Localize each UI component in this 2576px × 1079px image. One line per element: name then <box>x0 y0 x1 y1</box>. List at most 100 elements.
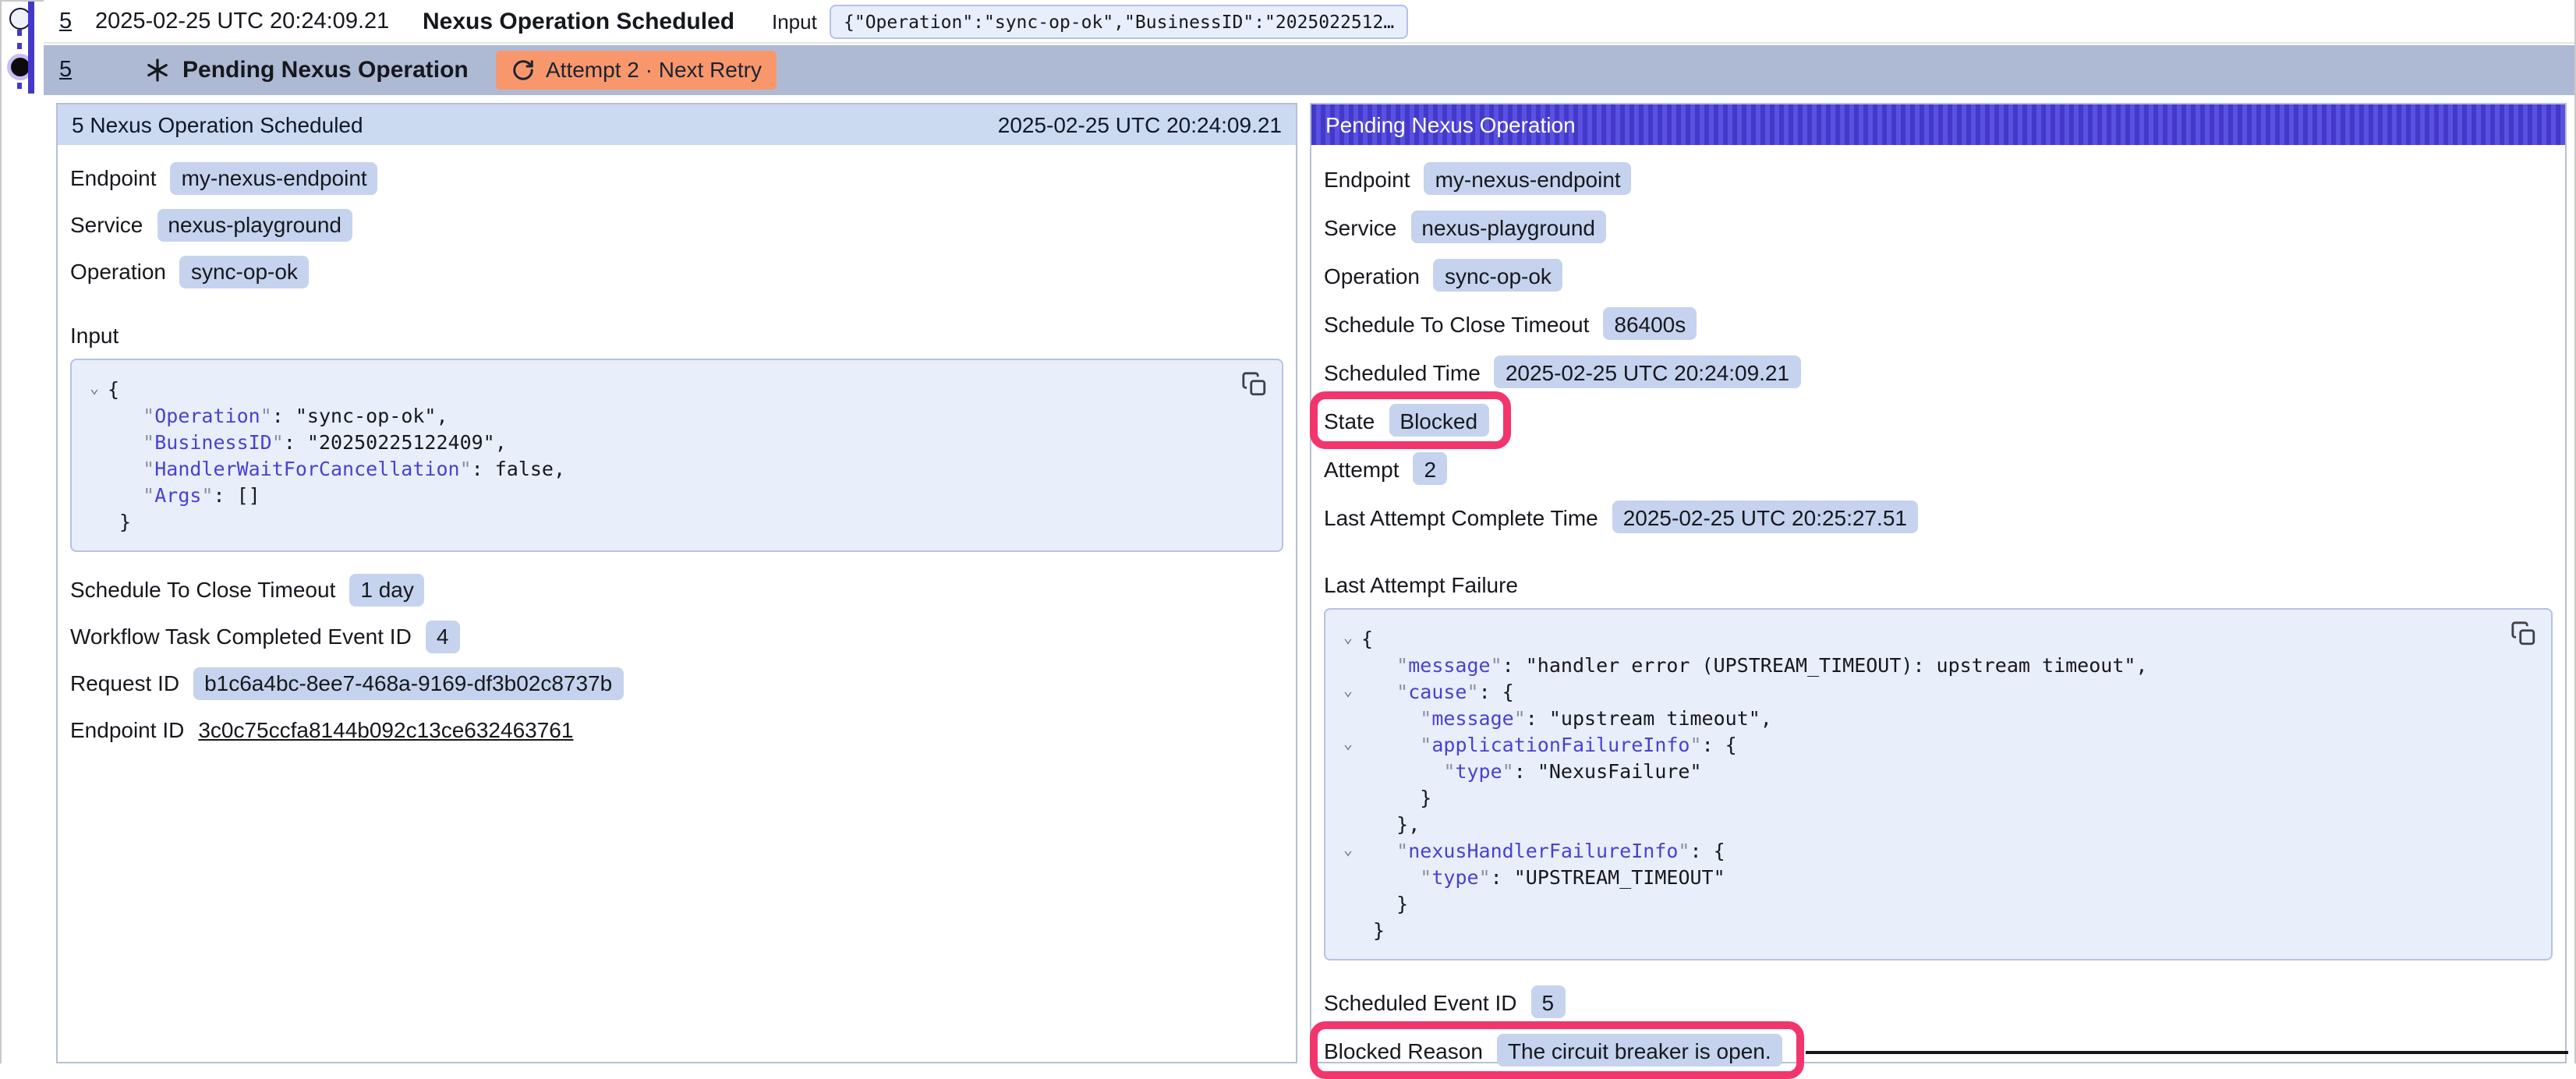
code-gutter <box>1335 758 1361 784</box>
field-value-chip: 5 <box>1531 985 1566 1018</box>
code-gutter <box>81 402 108 429</box>
field-label: Last Attempt Complete Time <box>1324 504 1598 529</box>
code-text: "message": "handler error (UPSTREAM_TIME… <box>1361 652 2148 678</box>
event-row-scheduled[interactable]: 5 2025-02-25 UTC 20:24:09.21 Nexus Opera… <box>44 0 2574 44</box>
field-value-link[interactable]: 3c0c75ccfa8144b092c13ce632463761 <box>198 717 573 742</box>
collapse-chevron-icon[interactable]: ⌄ <box>1335 625 1361 652</box>
failure-json-block: ⌄{ "message": "handler error (UPSTREAM_T… <box>1324 608 2553 960</box>
retry-icon <box>511 58 535 82</box>
field-label: Schedule To Close Timeout <box>1324 311 1589 336</box>
field-label: State <box>1324 408 1375 433</box>
code-text: "BusinessID": "20250225122409", <box>108 429 507 455</box>
event-row-pending[interactable]: 5 Pending Nexus Operation Attempt 2 · Ne… <box>44 44 2574 95</box>
code-line: "message": "upstream timeout", <box>1335 705 2507 731</box>
code-text: { <box>108 376 119 402</box>
field-value-chip: 2025-02-25 UTC 20:25:27.51 <box>1612 501 1918 533</box>
field-value-chip: nexus-playground <box>157 208 352 241</box>
code-gutter <box>1335 890 1361 917</box>
copy-icon[interactable] <box>2511 621 2537 647</box>
code-text: "Operation": "sync-op-ok", <box>108 402 448 429</box>
field-label: Endpoint ID <box>70 717 184 742</box>
code-line: "message": "handler error (UPSTREAM_TIME… <box>1335 652 2507 678</box>
field-row-last-attempt-complete-time: Last Attempt Complete Time 2025-02-25 UTC… <box>1324 493 1918 541</box>
code-text: } <box>1361 784 1431 811</box>
event-detail-panels: 5 Nexus Operation Scheduled 2025-02-25 U… <box>56 103 2567 1063</box>
event-title: Nexus Operation Scheduled <box>423 8 734 34</box>
code-text: } <box>1361 890 1408 917</box>
collapse-chevron-icon[interactable]: ⌄ <box>81 376 108 402</box>
code-text: "applicationFailureInfo": { <box>1361 731 1737 758</box>
code-text: } <box>1361 917 1385 943</box>
code-line: "type": "UPSTREAM_TIMEOUT" <box>1335 864 2507 890</box>
input-label: Input <box>772 9 817 33</box>
code-line: "type": "NexusFailure" <box>1335 758 2507 784</box>
field-value-chip: sync-op-ok <box>1434 259 1562 292</box>
code-line: "Args": [] <box>81 482 1238 508</box>
field-value-chip: The circuit breaker is open. <box>1497 1034 1782 1067</box>
field-label: Scheduled Event ID <box>1324 989 1517 1014</box>
field-row-service: Service nexus-playground <box>1324 203 1606 251</box>
copy-icon[interactable] <box>1241 371 1268 398</box>
code-text: "Args": [] <box>108 482 260 508</box>
code-line: "HandlerWaitForCancellation": false, <box>81 455 1238 482</box>
field-value-chip: my-nexus-endpoint <box>171 161 378 194</box>
collapse-chevron-icon[interactable]: ⌄ <box>1335 731 1361 758</box>
code-gutter <box>1335 705 1361 731</box>
field-row-endpoint: Endpoint my-nexus-endpoint <box>70 154 378 201</box>
field-row-state: State Blocked <box>1324 396 1488 444</box>
field-row-blocked-reason: Blocked ReasonThe circuit breaker is ope… <box>1324 1026 1782 1074</box>
field-value-chip: Blocked <box>1389 404 1488 437</box>
code-line: "Operation": "sync-op-ok", <box>81 402 1238 429</box>
event-id-link[interactable]: 5 <box>59 9 72 34</box>
code-gutter <box>1335 917 1361 943</box>
field-label: Request ID <box>70 670 179 695</box>
field-label: Operation <box>1324 263 1420 288</box>
field-value-chip: nexus-playground <box>1410 210 1606 243</box>
code-gutter <box>1335 652 1361 678</box>
collapse-chevron-icon[interactable]: ⌄ <box>1335 837 1361 864</box>
code-line: }, <box>1335 811 2507 837</box>
scheduled-event-panel: 5 Nexus Operation Scheduled 2025-02-25 U… <box>56 103 1297 1063</box>
timeline-selected-bar <box>27 2 34 94</box>
asterisk-icon <box>145 58 170 83</box>
field-row-operation: Operation sync-op-ok <box>1324 251 1562 299</box>
input-section-label: Input <box>70 320 119 351</box>
pending-operation-panel: Pending Nexus Operation Endpointmy-nexus… <box>1310 103 2567 1063</box>
field-label: Scheduled Time <box>1324 359 1481 384</box>
field-label: Endpoint <box>1324 166 1410 191</box>
field-value-chip: 2025-02-25 UTC 20:24:09.21 <box>1495 356 1800 388</box>
field-row-schedule-to-close-timeout: Schedule To Close Timeout1 day <box>70 566 425 613</box>
scheduled-panel-header: 5 Nexus Operation Scheduled 2025-02-25 U… <box>58 104 1296 145</box>
last-attempt-failure-label: Last Attempt Failure <box>1324 569 1518 600</box>
field-row-schedule-to-close-timeout: Schedule To Close Timeout86400s <box>1324 299 1697 348</box>
field-value-chip: sync-op-ok <box>180 255 309 288</box>
attempt-retry-badge[interactable]: Attempt 2 · Next Retry <box>496 51 777 90</box>
field-row-operation: Operation sync-op-ok <box>70 248 309 295</box>
code-gutter <box>81 508 108 535</box>
bottom-divider-line <box>1806 1050 2568 1054</box>
code-text: "cause": { <box>1361 678 1514 705</box>
collapse-chevron-icon[interactable]: ⌄ <box>1335 678 1361 705</box>
field-label: Schedule To Close Timeout <box>70 577 335 602</box>
attempt-retry-label: Attempt 2 · Next Retry <box>546 58 762 83</box>
field-row-scheduled-time: Scheduled Time 2025-02-25 UTC 20:24:09.21 <box>1324 348 1800 396</box>
field-row-attempt: Attempt2 <box>1324 444 1447 493</box>
code-text: "nexusHandlerFailureInfo": { <box>1361 837 1725 864</box>
field-label: Operation <box>70 259 166 284</box>
timeline-current-dot-icon <box>10 58 29 76</box>
field-row-service: Service nexus-playground <box>70 201 352 248</box>
event-id-link[interactable]: 5 <box>59 58 72 83</box>
event-timestamp: 2025-02-25 UTC 20:24:09.21 <box>95 9 389 34</box>
field-row-workflow-task-completed-event-id: Workflow Task Completed Event ID4 <box>70 613 459 660</box>
code-gutter <box>1335 811 1361 837</box>
code-line: ⌄ "nexusHandlerFailureInfo": { <box>1335 837 2507 864</box>
field-label: Attempt <box>1324 456 1399 481</box>
field-label: Endpoint <box>70 165 157 190</box>
input-preview-chip: {"Operation":"sync-op-ok","BusinessID":"… <box>830 4 1408 38</box>
code-line: } <box>1335 890 2507 917</box>
field-row-endpoint: Endpointmy-nexus-endpoint <box>1324 154 1632 203</box>
code-text: }, <box>1361 811 1420 837</box>
field-label: Service <box>70 212 143 237</box>
field-label: Service <box>1324 214 1396 239</box>
field-row-scheduled-event-id: Scheduled Event ID 5 <box>1324 978 1565 1026</box>
